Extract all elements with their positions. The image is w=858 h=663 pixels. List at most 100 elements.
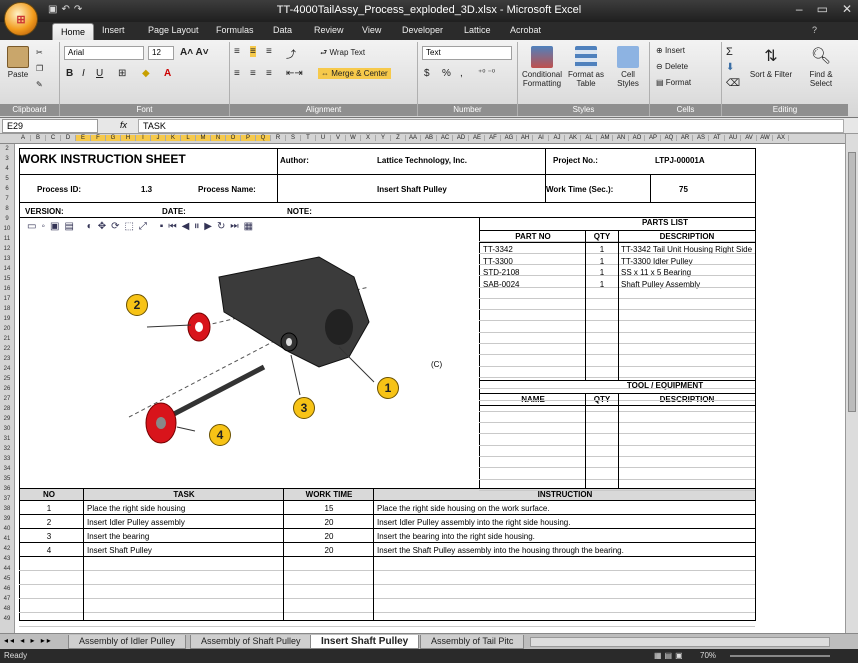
row-header[interactable]: 10 xyxy=(0,226,14,232)
column-header[interactable]: AI xyxy=(534,135,549,141)
tab-acrobat[interactable]: Acrobat xyxy=(510,25,541,35)
format-painter-icon[interactable]: ✎ xyxy=(36,80,43,89)
row-header[interactable]: 13 xyxy=(0,256,14,262)
row-header[interactable]: 8 xyxy=(0,206,14,212)
tab-view[interactable]: View xyxy=(362,25,381,35)
column-header[interactable]: AR xyxy=(678,135,693,141)
row-header[interactable]: 11 xyxy=(0,236,14,242)
row-header[interactable]: 2 xyxy=(0,146,14,152)
column-header[interactable]: Y xyxy=(376,135,391,141)
column-header[interactable]: E xyxy=(76,135,91,141)
underline-button[interactable]: U xyxy=(96,68,103,79)
row-headers[interactable]: 2 3 4 5 6 7 8 9 10 11 12 13 14 15 16 17 18 19 20 21 22 23 24 25… xyxy=(0,144,15,633)
column-header[interactable]: S xyxy=(286,135,301,141)
autosum-icon[interactable]: Σ xyxy=(726,46,733,58)
row-header[interactable]: 29 xyxy=(0,416,14,422)
row-header[interactable]: 41 xyxy=(0,536,14,542)
row-header[interactable]: 14 xyxy=(0,266,14,272)
row-header[interactable]: 20 xyxy=(0,326,14,332)
row-header[interactable]: 5 xyxy=(0,176,14,182)
row-header[interactable]: 9 xyxy=(0,216,14,222)
column-header[interactable]: X xyxy=(361,135,376,141)
column-header[interactable]: AX xyxy=(774,135,789,141)
row-header[interactable]: 49 xyxy=(0,616,14,622)
column-header[interactable]: AU xyxy=(726,135,741,141)
align-middle-icon[interactable]: ≡ xyxy=(250,46,256,57)
row-header[interactable]: 48 xyxy=(0,606,14,612)
column-header[interactable]: AJ xyxy=(550,135,565,141)
font-name-select[interactable]: Arial xyxy=(64,46,144,60)
column-header[interactable]: AW xyxy=(758,135,773,141)
row-header[interactable]: 24 xyxy=(0,366,14,372)
row-header[interactable]: 45 xyxy=(0,576,14,582)
row-header[interactable]: 7 xyxy=(0,196,14,202)
align-left-icon[interactable]: ≡ xyxy=(234,68,240,79)
sheet-tab-shaft-pulley[interactable]: Assembly of Shaft Pulley xyxy=(190,635,312,649)
copy-icon[interactable]: ❐ xyxy=(36,64,43,73)
column-header[interactable]: AO xyxy=(630,135,645,141)
column-header[interactable]: AL xyxy=(582,135,597,141)
sheet-tab-idler-pulley[interactable]: Assembly of Idler Pulley xyxy=(68,635,187,649)
italic-button[interactable]: I xyxy=(82,68,85,79)
number-format-select[interactable]: Text xyxy=(422,46,512,60)
column-header[interactable]: C xyxy=(46,135,61,141)
align-right-icon[interactable]: ≡ xyxy=(266,68,272,79)
close-icon[interactable]: ✕ xyxy=(842,2,852,16)
row-header[interactable]: 6 xyxy=(0,186,14,192)
column-header[interactable]: K xyxy=(166,135,181,141)
column-header[interactable]: G xyxy=(106,135,121,141)
help-icon[interactable]: ? xyxy=(812,25,817,35)
row-header[interactable]: 39 xyxy=(0,516,14,522)
column-header[interactable]: AS xyxy=(694,135,709,141)
column-header[interactable]: N xyxy=(211,135,226,141)
column-header[interactable]: AT xyxy=(710,135,725,141)
sheet-tab-tail-pitch[interactable]: Assembly of Tail Pitc xyxy=(420,635,525,649)
tab-lattice[interactable]: Lattice xyxy=(464,25,491,35)
minimize-icon[interactable]: – xyxy=(796,2,803,16)
tab-formulas[interactable]: Formulas xyxy=(216,25,254,35)
column-header[interactable]: R xyxy=(271,135,286,141)
column-header[interactable]: Q xyxy=(256,135,271,141)
wrap-text-button[interactable]: ⮐ Wrap Text xyxy=(320,47,365,61)
indent-icon[interactable]: ⇤⇥ xyxy=(286,68,303,79)
align-bottom-icon[interactable]: ≡ xyxy=(266,46,272,57)
row-header[interactable]: 43 xyxy=(0,556,14,562)
row-header[interactable]: 44 xyxy=(0,566,14,572)
column-headers[interactable]: A B C D E F G H I J K L M N O P Q R S T U V W X Y Z AA AB AC AD AE AF AG… xyxy=(0,134,845,144)
column-header[interactable]: O xyxy=(226,135,241,141)
scroll-thumb[interactable] xyxy=(848,152,856,412)
column-header[interactable]: F xyxy=(91,135,106,141)
column-header[interactable]: AD xyxy=(454,135,469,141)
column-header[interactable]: AF xyxy=(486,135,501,141)
font-color-icon[interactable]: A xyxy=(164,68,171,79)
column-header[interactable]: AM xyxy=(598,135,613,141)
column-header[interactable]: D xyxy=(61,135,76,141)
column-header[interactable]: B xyxy=(31,135,46,141)
maximize-icon[interactable]: ▭ xyxy=(817,2,828,16)
align-center-icon[interactable]: ≡ xyxy=(250,68,256,79)
row-header[interactable]: 35 xyxy=(0,476,14,482)
column-header[interactable]: AN xyxy=(614,135,629,141)
column-header[interactable]: AQ xyxy=(662,135,677,141)
column-header[interactable]: P xyxy=(241,135,256,141)
zoom-slider[interactable] xyxy=(730,655,830,657)
sheet-nav-arrows[interactable]: ◂◂ ◂ ▸ ▸▸ xyxy=(4,636,53,645)
window-controls[interactable]: – ▭ ✕ xyxy=(796,2,852,16)
vertical-scrollbar[interactable] xyxy=(845,134,858,633)
tab-insert[interactable]: Insert xyxy=(102,25,125,35)
column-header[interactable]: AV xyxy=(742,135,757,141)
row-header[interactable]: 26 xyxy=(0,386,14,392)
column-header[interactable]: AC xyxy=(438,135,453,141)
column-header[interactable]: AG xyxy=(502,135,517,141)
formula-input[interactable]: TASK xyxy=(138,119,844,133)
row-header[interactable]: 27 xyxy=(0,396,14,402)
row-header[interactable]: 19 xyxy=(0,316,14,322)
row-header[interactable]: 47 xyxy=(0,596,14,602)
row-header[interactable]: 4 xyxy=(0,166,14,172)
row-header[interactable]: 28 xyxy=(0,406,14,412)
column-header[interactable]: H xyxy=(121,135,136,141)
office-button[interactable]: ⊞ xyxy=(4,2,38,36)
row-header[interactable]: 33 xyxy=(0,456,14,462)
column-header[interactable]: AB xyxy=(422,135,437,141)
horizontal-scrollbar[interactable] xyxy=(530,637,830,647)
